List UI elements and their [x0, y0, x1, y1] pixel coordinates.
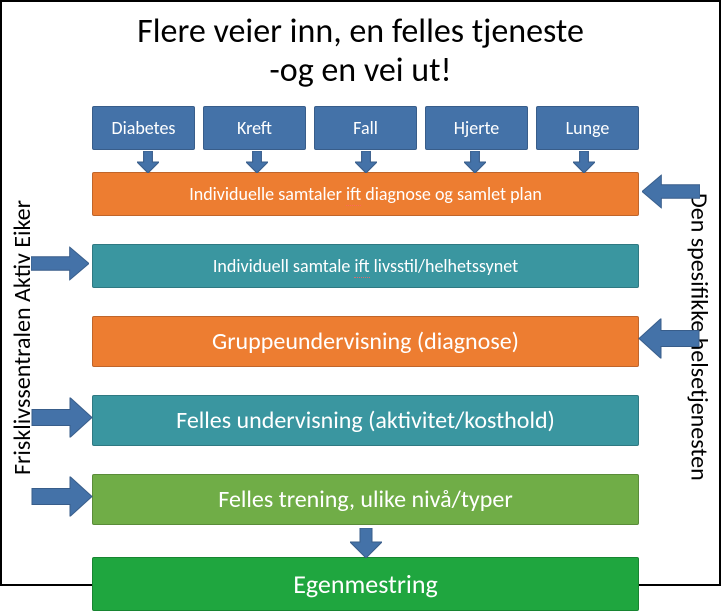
bar2-text-post: livsstil/helhetssynet [370, 255, 519, 277]
arrow-down-icon [464, 151, 486, 178]
entry-hjerte: Hjerte [425, 106, 528, 150]
diagram-frame: Flere veier inn, en felles tjeneste -og … [0, 0, 721, 586]
arrow-left-icon [638, 318, 700, 365]
arrow-down-icon [573, 151, 595, 178]
arrow-down-icon [137, 151, 159, 178]
arrow-down-icon [355, 151, 377, 178]
bar2-text-pre: Individuell samtale [213, 255, 355, 277]
bar-self-mastery: Egenmestring [92, 557, 639, 611]
bar3-text: Gruppeundervisning (diagnose) [212, 327, 519, 356]
arrow-down-icon [350, 528, 382, 565]
arrows-entry-down [93, 151, 638, 178]
bar5-text: Felles trening, ulike nivå/typer [218, 485, 512, 514]
bar4-text: Felles undervisning (aktivitet/kosthold) [176, 406, 555, 435]
bar1-text-pre: Individuelle samtaler [189, 183, 346, 205]
bar6-text: Egenmestring [293, 568, 438, 600]
arrow-left-icon [642, 175, 700, 214]
bar-individual-diagnosis: Individuelle samtaler ift diagnose og sa… [92, 172, 639, 216]
bar-shared-training: Felles trening, ulike nivå/typer [92, 474, 639, 525]
diagram-title: Flere veier inn, en felles tjeneste -og … [2, 2, 719, 96]
bar-shared-education: Felles undervisning (aktivitet/kosthold) [92, 395, 639, 446]
bar1-text-ift: ift [346, 183, 361, 206]
arrow-right-icon [31, 247, 89, 286]
arrow-right-icon [31, 397, 93, 444]
entry-lunge: Lunge [536, 106, 639, 150]
entry-row: Diabetes Kreft Fall Hjerte Lunge [92, 106, 639, 150]
bar-individual-lifestyle: Individuell samtale ift livsstil/helhets… [92, 244, 639, 288]
bar-group-education: Gruppeundervisning (diagnose) [92, 316, 639, 367]
arrow-right-icon [31, 476, 93, 523]
bar1-text-post: diagnose og samlet plan [361, 183, 542, 205]
entry-diabetes: Diabetes [92, 106, 195, 150]
title-line-1: Flere veier inn, en felles tjeneste [137, 11, 584, 52]
title-line-2: -og en vei ut! [269, 50, 451, 91]
arrow-down-icon [246, 151, 268, 178]
entry-kreft: Kreft [203, 106, 306, 150]
main-flow: Diabetes Kreft Fall Hjerte Lunge Individ… [92, 106, 639, 572]
bar2-text-ift: ift [354, 255, 369, 278]
entry-fall: Fall [314, 106, 417, 150]
